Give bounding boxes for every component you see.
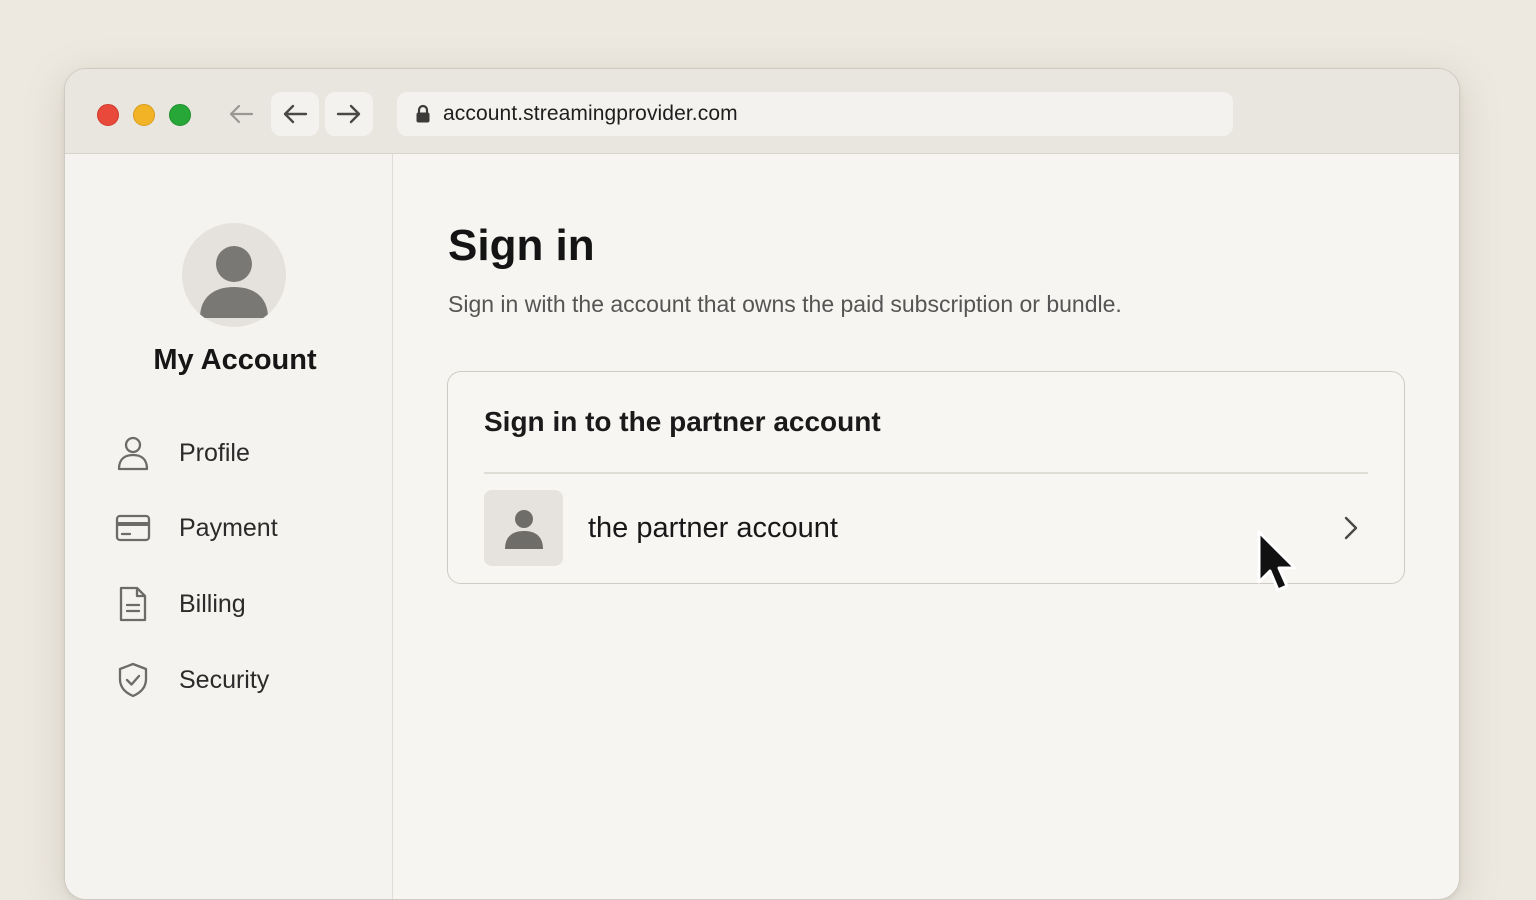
url-text: account.streamingprovider.com bbox=[443, 102, 738, 125]
address-bar[interactable]: account.streamingprovider.com bbox=[397, 92, 1233, 136]
page-subtitle: Sign in with the account that owns the p… bbox=[448, 291, 1122, 317]
person-icon bbox=[200, 246, 268, 318]
account-sidebar: My Account Profile Payment Billing Secur… bbox=[65, 154, 393, 899]
forward-button[interactable] bbox=[325, 92, 373, 136]
browser-toolbar: account.streamingprovider.com bbox=[65, 69, 1459, 154]
shield-icon bbox=[113, 660, 153, 700]
sidebar-item-label: Security bbox=[179, 665, 270, 694]
person-icon bbox=[113, 433, 153, 473]
card-title: Sign in to the partner account bbox=[484, 406, 881, 437]
person-icon bbox=[504, 510, 543, 549]
sidebar-item-security[interactable]: Security bbox=[113, 660, 373, 700]
sidebar-item-profile[interactable]: Profile bbox=[113, 433, 373, 473]
sidebar-item-payment[interactable]: Payment bbox=[113, 508, 373, 548]
divider bbox=[484, 472, 1368, 474]
partner-account-option[interactable]: the partner account bbox=[484, 489, 1368, 567]
minimize-window-button[interactable] bbox=[133, 104, 155, 126]
lock-icon bbox=[415, 104, 431, 124]
account-name: the partner account bbox=[588, 511, 838, 544]
arrow-left-icon bbox=[283, 104, 308, 124]
arrow-right-icon bbox=[336, 104, 361, 124]
chevron-right-icon bbox=[1336, 513, 1366, 543]
sidebar-item-billing[interactable]: Billing bbox=[113, 584, 373, 624]
sidebar-item-label: Billing bbox=[179, 589, 246, 618]
browser-window: account.streamingprovider.com My Account… bbox=[64, 68, 1460, 900]
maximize-window-button[interactable] bbox=[169, 104, 191, 126]
arrow-left-icon bbox=[229, 104, 254, 124]
mouse-cursor-icon bbox=[1257, 530, 1297, 592]
sidebar-back-button[interactable] bbox=[217, 92, 265, 136]
document-icon bbox=[113, 584, 153, 624]
avatar bbox=[182, 223, 286, 327]
account-avatar bbox=[484, 490, 563, 566]
sidebar-item-label: Profile bbox=[179, 438, 250, 467]
sidebar-title: My Account bbox=[153, 344, 317, 376]
back-button[interactable] bbox=[271, 92, 319, 136]
credit-card-icon bbox=[113, 508, 153, 548]
close-window-button[interactable] bbox=[97, 104, 119, 126]
sidebar-item-label: Payment bbox=[179, 513, 278, 542]
page-title: Sign in bbox=[448, 221, 595, 270]
